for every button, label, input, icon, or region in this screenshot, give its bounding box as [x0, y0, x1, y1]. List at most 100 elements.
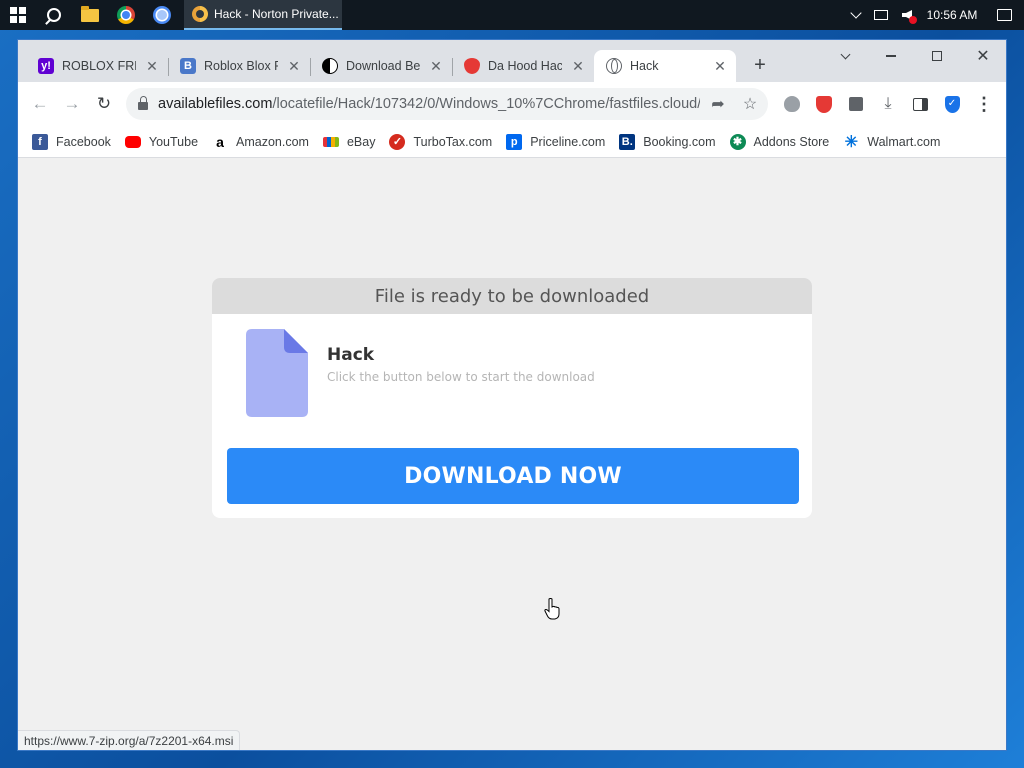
extension-gray-button[interactable]: [782, 94, 802, 114]
close-window-button[interactable]: ✕: [960, 40, 1006, 72]
amazon-icon: a: [216, 133, 224, 150]
bookmarks-bar: f Facebook YouTube a Amazon.com eBay ✓ Turb…: [18, 126, 1006, 158]
system-tray: 10:56 AM: [844, 0, 1024, 30]
bookmark-addons-store[interactable]: ✱ Addons Store: [729, 130, 829, 154]
minimize-button[interactable]: [868, 40, 914, 72]
start-button[interactable]: [0, 0, 36, 30]
tab-search-button[interactable]: [822, 40, 868, 72]
facebook-icon: f: [32, 133, 48, 150]
bookmark-walmart[interactable]: ✳ Walmart.com: [843, 130, 941, 154]
shield-icon: [464, 58, 480, 74]
tab-roblox-free[interactable]: y! ROBLOX FREE ✕: [26, 50, 168, 82]
chevron-down-icon: [840, 49, 850, 59]
file-hint: Click the button below to start the down…: [327, 370, 595, 384]
bookmark-label: eBay: [346, 134, 376, 149]
new-tab-button[interactable]: +: [748, 54, 772, 78]
url-domain: availablefiles.com: [158, 96, 273, 112]
search-icon: [47, 8, 61, 22]
folder-icon: [81, 5, 99, 22]
tab-roblox-blox-fruits[interactable]: B Roblox Blox Fr ✕: [168, 50, 310, 82]
close-icon: ✕: [976, 48, 990, 65]
chrome-profile-taskbar-button[interactable]: [144, 0, 180, 30]
back-button[interactable]: ←: [24, 88, 56, 120]
browser-window: y! ROBLOX FREE ✕ B Roblox Blox Fr ✕ Down…: [18, 40, 1006, 750]
bookmark-turbotax[interactable]: ✓ TurboTax.com: [389, 130, 492, 154]
menu-button[interactable]: ⋮: [974, 94, 994, 114]
bookmark-label: TurboTax.com: [413, 134, 493, 149]
walmart-icon: ✳: [844, 133, 858, 151]
close-icon[interactable]: ✕: [428, 58, 444, 74]
close-icon[interactable]: ✕: [286, 58, 302, 74]
hand-cursor-icon: [544, 598, 560, 620]
turbotax-icon: ✓: [389, 133, 406, 150]
share-icon[interactable]: ➦: [708, 94, 728, 114]
network-button[interactable]: [868, 0, 894, 30]
bookmark-priceline[interactable]: p Priceline.com: [506, 130, 605, 154]
status-bar-url: https://www.7-zip.org/a/7z2201-x64.msi: [18, 730, 241, 750]
download-now-button[interactable]: DOWNLOAD NOW: [227, 448, 799, 504]
notification-icon: [996, 9, 1012, 21]
star-icon[interactable]: ☆: [740, 94, 760, 114]
clock[interactable]: 10:56 AM: [920, 0, 984, 30]
extension-shield-red-icon: [816, 95, 832, 113]
windows-logo-icon: [10, 7, 26, 23]
bookmark-amazon[interactable]: a Amazon.com: [212, 130, 309, 154]
globe-icon: [606, 58, 622, 74]
search-button[interactable]: [36, 0, 72, 30]
forward-button[interactable]: →: [56, 88, 88, 120]
extension-red-button[interactable]: [814, 94, 834, 114]
maximize-button[interactable]: [914, 40, 960, 72]
address-bar[interactable]: availablefiles.com/locatefile/Hack/10734…: [126, 88, 768, 120]
close-icon[interactable]: ✕: [144, 58, 160, 74]
mute-badge-icon: [909, 16, 917, 24]
windows-taskbar: Hack - Norton Private... 10:56 AM: [0, 0, 1024, 30]
bookmark-label: Facebook: [56, 134, 111, 149]
tab-label: Hack: [630, 59, 659, 73]
bookmark-booking[interactable]: B. Booking.com: [619, 130, 716, 154]
extension-blue-button[interactable]: ✓: [942, 94, 962, 114]
downloads-button[interactable]: ⤓: [878, 94, 898, 114]
chrome-icon: [117, 6, 135, 24]
side-panel-button[interactable]: [910, 94, 930, 114]
extensions-button[interactable]: [846, 94, 866, 114]
priceline-icon: p: [506, 133, 523, 150]
half-circle-icon: [322, 58, 338, 74]
active-window-label: Hack - Norton Private...: [214, 7, 339, 21]
file-icon: [246, 329, 308, 417]
bookmark-label: Amazon.com: [236, 134, 309, 149]
download-card: File is ready to be downloaded Hack Clic…: [212, 278, 812, 518]
reload-button[interactable]: ↻: [88, 88, 120, 120]
notification-center-button[interactable]: [984, 0, 1024, 30]
active-window-button[interactable]: Hack - Norton Private...: [184, 0, 342, 30]
tab-download[interactable]: Download Be ✕: [310, 50, 452, 82]
reload-icon: ↻: [96, 94, 112, 113]
chevron-up-icon: [850, 7, 862, 19]
chrome-alt-icon: [153, 6, 171, 24]
bookmark-label: YouTube: [148, 134, 199, 149]
maximize-icon: [932, 51, 942, 61]
url-text[interactable]: availablefiles.com/locatefile/Hack/10734…: [158, 96, 700, 112]
bookmark-youtube[interactable]: YouTube: [124, 130, 199, 154]
tab-strip: y! ROBLOX FREE ✕ B Roblox Blox Fr ✕ Down…: [18, 40, 1006, 82]
bookmark-label: Booking.com: [643, 134, 716, 149]
url-path: /locatefile/Hack/107342/0/Windows_10%7CC…: [272, 96, 700, 112]
file-explorer-button[interactable]: [72, 0, 108, 30]
card-header: File is ready to be downloaded: [212, 278, 812, 314]
close-icon[interactable]: ✕: [570, 58, 586, 74]
file-name: Hack: [327, 345, 375, 365]
tab-hack-active[interactable]: Hack ✕: [594, 50, 736, 82]
close-icon[interactable]: ✕: [712, 58, 728, 74]
volume-button[interactable]: [894, 0, 920, 30]
extension-shield-gray-icon: [784, 96, 800, 112]
bookmark-facebook[interactable]: f Facebook: [32, 130, 111, 154]
tab-da-hood-hack[interactable]: Da Hood Hac ✕: [452, 50, 594, 82]
addons-store-icon: ✱: [729, 133, 746, 150]
bookmark-label: Walmart.com: [867, 134, 941, 149]
show-hidden-icons-button[interactable]: [844, 0, 868, 30]
bookmark-label: Priceline.com: [530, 134, 606, 149]
page-viewport: File is ready to be downloaded Hack Clic…: [18, 158, 1006, 750]
bookmark-ebay[interactable]: eBay: [322, 130, 376, 154]
youtube-icon: [124, 135, 141, 148]
side-panel-icon: [912, 97, 928, 111]
chrome-taskbar-button[interactable]: [108, 0, 144, 30]
